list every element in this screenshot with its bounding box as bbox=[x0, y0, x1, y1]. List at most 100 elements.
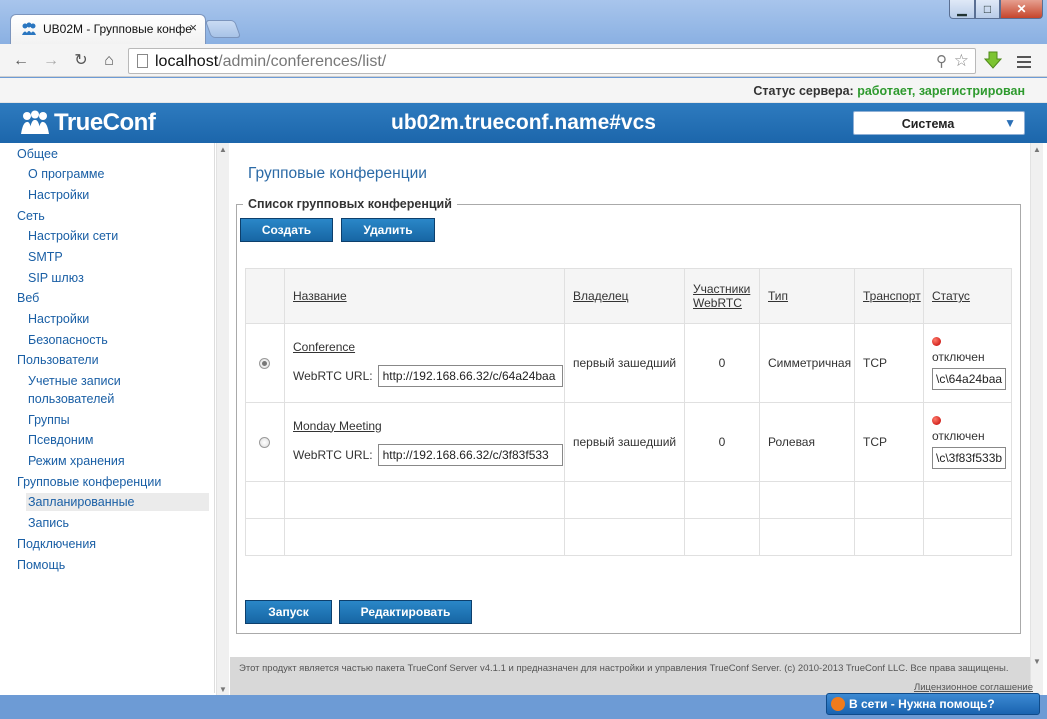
status-path-field[interactable]: \c\3f83f533b bbox=[932, 446, 1006, 469]
sidebar-scrollbar[interactable]: ▲ ▼ bbox=[216, 143, 229, 696]
sidebar-item-smtp[interactable]: SMTP bbox=[28, 248, 63, 266]
conferences-table: Название Владелец Участники WebRTC Тип Тр… bbox=[245, 268, 1012, 556]
sidebar-item-recording[interactable]: Запись bbox=[28, 514, 69, 532]
conference-name-link[interactable]: Monday Meeting bbox=[293, 419, 564, 433]
owner-cell: первый зашедший bbox=[564, 402, 685, 482]
conference-name-link[interactable]: Conference bbox=[293, 340, 564, 354]
page-footer: Этот продукт является частью пакета True… bbox=[230, 657, 1033, 695]
license-link[interactable]: Лицензионное соглашение bbox=[914, 682, 1033, 693]
system-dropdown[interactable]: Система ▼ bbox=[853, 111, 1025, 135]
chat-icon bbox=[831, 697, 845, 711]
copyright-text: Этот продукт является частью пакета True… bbox=[239, 663, 1009, 674]
server-status-bar: Статус сервера: работает, зарегистрирова… bbox=[0, 78, 1047, 103]
status-path-field[interactable]: \c\64a24baa bbox=[932, 367, 1006, 390]
type-cell: Симметричная bbox=[759, 323, 855, 403]
server-status-value: работает, зарегистрирован bbox=[857, 84, 1025, 98]
sidebar-item-general[interactable]: Общее bbox=[17, 145, 58, 163]
system-dropdown-value: Система bbox=[901, 117, 955, 131]
browser-menu-icon[interactable] bbox=[1017, 56, 1031, 71]
sidebar-item-alias[interactable]: Псевдоним bbox=[28, 431, 93, 449]
section-title: Список групповых конференций bbox=[243, 197, 457, 211]
status-text: отключен bbox=[932, 428, 985, 443]
reload-icon[interactable]: ↻ bbox=[70, 50, 92, 72]
transport-cell: TCP bbox=[854, 323, 924, 403]
help-chat-label: В сети - Нужна помощь? bbox=[849, 697, 995, 711]
sidebar-item-user-accounts[interactable]: Учетные записи bbox=[28, 372, 121, 390]
participants-cell: 0 bbox=[684, 323, 760, 403]
status-text: отключен bbox=[932, 349, 985, 364]
browser-toolbar: ← → ↻ ⌂ localhost/admin/conferences/list… bbox=[0, 44, 1047, 77]
table-header-status[interactable]: Статус bbox=[923, 268, 1012, 324]
sidebar-item-help[interactable]: Помощь bbox=[17, 556, 65, 574]
close-window-button[interactable]: ✕ bbox=[1000, 0, 1043, 19]
table-header-type[interactable]: Тип bbox=[759, 268, 855, 324]
table-row[interactable]: Conference WebRTC URL: http://192.168.66… bbox=[245, 323, 1012, 403]
sidebar-item-users[interactable]: Пользователи bbox=[17, 351, 99, 369]
web-page: Статус сервера: работает, зарегистрирова… bbox=[0, 78, 1047, 696]
table-header-transport[interactable]: Транспорт bbox=[854, 268, 924, 324]
webrtc-url-field[interactable]: http://192.168.66.32/c/3f83f533 bbox=[377, 443, 563, 466]
row-select-radio[interactable] bbox=[259, 436, 270, 448]
minimize-button[interactable]: ▁ bbox=[949, 0, 975, 19]
page-icon bbox=[137, 54, 148, 68]
scroll-up-icon[interactable]: ▲ bbox=[219, 145, 227, 154]
edit-button[interactable]: Редактировать bbox=[339, 600, 472, 624]
sidebar-item-group-conferences[interactable]: Групповые конференции bbox=[17, 473, 161, 491]
tab-close-icon[interactable]: × bbox=[189, 20, 197, 35]
window-titlebar: UB02M - Групповые конференции × ▁ □ ✕ bbox=[0, 0, 1047, 44]
participants-cell: 0 bbox=[684, 402, 760, 482]
maximize-button[interactable]: □ bbox=[975, 0, 1000, 19]
table-row-empty bbox=[245, 481, 1012, 519]
table-header-webrtc[interactable]: Участники WebRTC bbox=[684, 268, 760, 324]
bookmark-star-icon[interactable]: ☆ bbox=[954, 51, 969, 71]
sidebar-item-settings[interactable]: Настройки bbox=[28, 186, 89, 204]
table-header-owner[interactable]: Владелец bbox=[564, 268, 685, 324]
address-bar[interactable]: localhost/admin/conferences/list/ ⚲ ☆ bbox=[128, 48, 976, 74]
page-title: Групповые конференции bbox=[248, 165, 427, 182]
browser-tab[interactable]: UB02M - Групповые конференции × bbox=[10, 14, 206, 44]
sidebar-item-groups[interactable]: Группы bbox=[28, 411, 70, 429]
scroll-down-icon[interactable]: ▼ bbox=[219, 685, 227, 694]
server-status: Статус сервера: работает, зарегистрирова… bbox=[753, 84, 1025, 98]
webrtc-url-label: WebRTC URL: bbox=[293, 447, 373, 462]
type-cell: Ролевая bbox=[759, 402, 855, 482]
sidebar-item-network[interactable]: Сеть bbox=[17, 207, 45, 225]
zoom-icon[interactable]: ⚲ bbox=[936, 52, 947, 70]
site-header: TrueConf ub02m.trueconf.name#vcs Система… bbox=[0, 103, 1047, 143]
forward-arrow-icon[interactable]: → bbox=[40, 50, 62, 72]
webrtc-url-label: WebRTC URL: bbox=[293, 368, 373, 383]
sidebar: Общее О программе Настройки Сеть Настрой… bbox=[0, 143, 215, 693]
table-row-empty bbox=[245, 518, 1012, 556]
content-scrollbar[interactable]: ▲ ▼ bbox=[1030, 143, 1043, 696]
sidebar-item-web-settings[interactable]: Настройки bbox=[28, 310, 89, 328]
webrtc-url-field[interactable]: http://192.168.66.32/c/64a24baa bbox=[377, 364, 563, 387]
tab-title: UB02M - Групповые конференции bbox=[43, 22, 191, 36]
create-button[interactable]: Создать bbox=[240, 218, 333, 242]
sidebar-item-about[interactable]: О программе bbox=[28, 165, 104, 183]
scroll-down-icon[interactable]: ▼ bbox=[1033, 657, 1041, 666]
sidebar-item-web[interactable]: Веб bbox=[17, 289, 39, 307]
row-select-radio[interactable] bbox=[259, 357, 270, 369]
trueconf-favicon-icon bbox=[22, 22, 36, 35]
sidebar-item-security[interactable]: Безопасность bbox=[28, 331, 108, 349]
sidebar-item-network-settings[interactable]: Настройки сети bbox=[28, 227, 118, 245]
transport-cell: TCP bbox=[854, 402, 924, 482]
address-url: localhost/admin/conferences/list/ bbox=[155, 53, 387, 70]
table-header-name[interactable]: Название bbox=[284, 268, 565, 324]
help-chat-widget[interactable]: В сети - Нужна помощь? bbox=[826, 693, 1040, 715]
sidebar-item-user-accounts-line2[interactable]: пользователей bbox=[28, 390, 114, 408]
sidebar-item-storage-mode[interactable]: Режим хранения bbox=[28, 452, 125, 470]
download-arrow-icon[interactable] bbox=[983, 50, 1003, 70]
sidebar-item-connections[interactable]: Подключения bbox=[17, 535, 96, 553]
back-arrow-icon[interactable]: ← bbox=[10, 50, 32, 72]
sidebar-item-scheduled[interactable]: Запланированные bbox=[26, 493, 209, 511]
scroll-up-icon[interactable]: ▲ bbox=[1033, 145, 1041, 154]
start-button[interactable]: Запуск bbox=[245, 600, 332, 624]
status-led-icon bbox=[932, 336, 941, 346]
delete-button[interactable]: Удалить bbox=[341, 218, 435, 242]
table-row[interactable]: Monday Meeting WebRTC URL: http://192.16… bbox=[245, 402, 1012, 482]
status-led-icon bbox=[932, 415, 941, 425]
home-icon[interactable]: ⌂ bbox=[98, 50, 120, 72]
sidebar-item-sip-gateway[interactable]: SIP шлюз bbox=[28, 269, 84, 287]
new-tab-button[interactable] bbox=[204, 20, 242, 38]
